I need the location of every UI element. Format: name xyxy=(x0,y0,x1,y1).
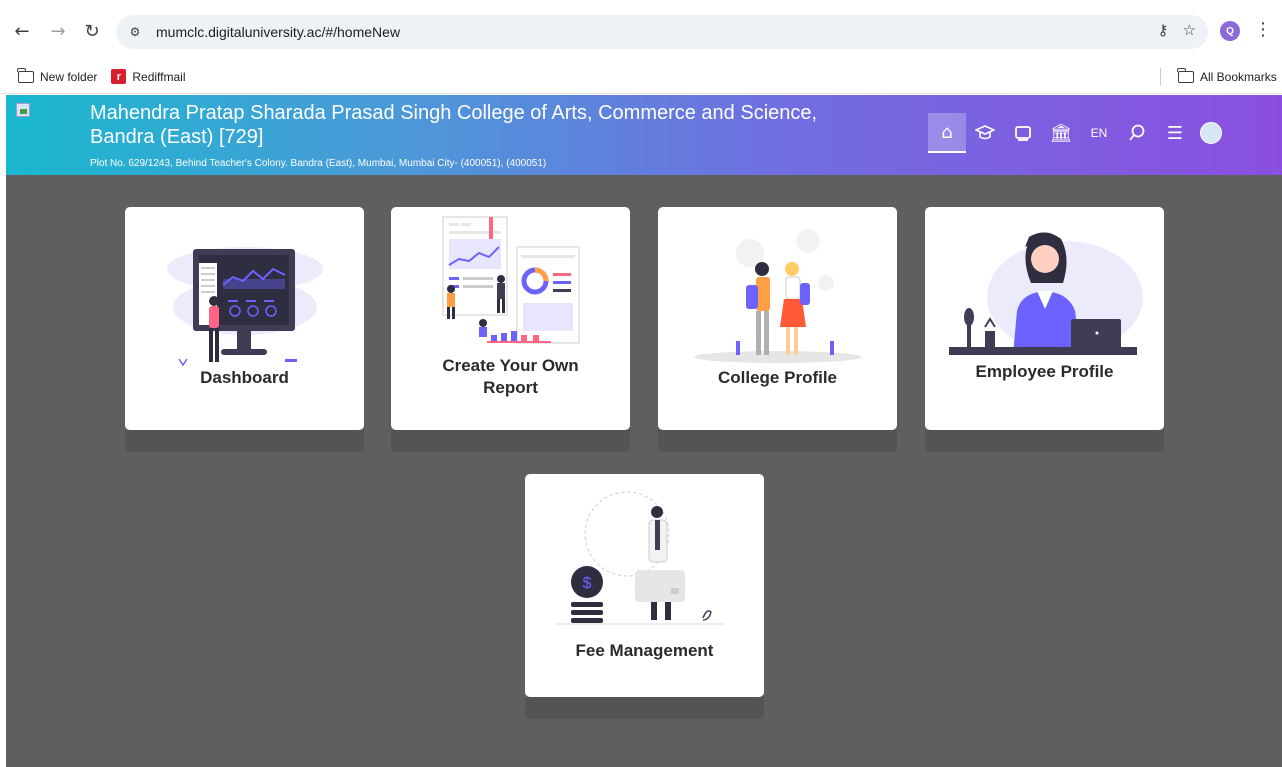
tile-college-wrap: College Profile xyxy=(658,207,897,452)
tile-shadow xyxy=(925,430,1164,452)
tile-fee-management[interactable]: $ Fee Management xyxy=(525,474,764,697)
rediffmail-icon: r xyxy=(111,69,127,84)
dashboard-illustration-icon: Dashboard xyxy=(167,247,323,387)
tile-employee-wrap: Employee Profile xyxy=(925,207,1164,452)
all-bookmarks[interactable]: All Bookmarks xyxy=(1177,67,1277,84)
tile-create-report[interactable]: Create Your Own Report xyxy=(391,207,630,430)
tile-employee-label: Employee Profile xyxy=(976,362,1114,381)
password-key-icon[interactable]: ⚷ xyxy=(1158,21,1169,39)
menu-icon[interactable]: ☰ xyxy=(1156,113,1194,153)
tile-dashboard[interactable]: Dashboard xyxy=(125,207,364,430)
college-logo xyxy=(16,103,30,117)
forward-icon[interactable]: → xyxy=(46,19,70,43)
tile-area: Dashboard Create Your Own Report College… xyxy=(6,175,1282,767)
back-icon[interactable]: ← xyxy=(10,19,34,43)
profile-avatar[interactable]: Q xyxy=(1220,21,1240,41)
tile-shadow xyxy=(125,430,364,452)
bookmark-star-icon[interactable]: ☆ xyxy=(1183,21,1196,39)
app-header: Mahendra Pratap Sharada Prasad Singh Col… xyxy=(6,95,1282,175)
college-name: Mahendra Pratap Sharada Prasad Singh Col… xyxy=(90,102,818,148)
tile-report-label: Create Your Own Report xyxy=(442,356,578,397)
home-icon[interactable]: ⌂ xyxy=(928,113,966,153)
search-icon[interactable] xyxy=(1118,113,1156,153)
url-text[interactable]: mumclc.digitaluniversity.ac/#/homeNew xyxy=(156,24,400,40)
folder-icon xyxy=(17,67,34,83)
bookmarks-bar: New folder r Rediffmail All Bookmarks xyxy=(0,60,1282,94)
tile-shadow xyxy=(525,697,764,719)
bookmark-divider xyxy=(1160,68,1161,86)
user-avatar[interactable] xyxy=(1200,122,1222,144)
tile-shadow xyxy=(391,430,630,452)
tile-report-label-line1: Create Your Own xyxy=(442,356,578,375)
language-toggle[interactable]: EN xyxy=(1080,113,1118,153)
browser-menu-icon[interactable]: ⋮ xyxy=(1254,19,1272,40)
tile-report-label-line2: Report xyxy=(483,378,538,397)
bookmark-rediffmail[interactable]: r Rediffmail xyxy=(111,69,186,84)
header-nav: ⌂ 🏛 EN ☰ xyxy=(928,113,1222,153)
tile-fee-wrap: $ Fee Management xyxy=(525,474,764,719)
address-bar[interactable]: ⚙ mumclc.digitaluniversity.ac/#/homeNew … xyxy=(116,15,1208,49)
fee-management-illustration-icon: $ Fee Management xyxy=(555,491,725,660)
layers-icon[interactable] xyxy=(1004,113,1042,153)
tile-employee-profile[interactable]: Employee Profile xyxy=(925,207,1164,430)
tile-college-profile[interactable]: College Profile xyxy=(658,207,897,430)
tile-college-label: College Profile xyxy=(718,368,837,387)
graduation-cap-icon[interactable] xyxy=(966,113,1004,153)
tile-dashboard-wrap: Dashboard xyxy=(125,207,364,452)
folder-icon xyxy=(1177,67,1194,83)
bookmark-label: Rediffmail xyxy=(132,69,186,84)
browser-toolbar: ← → ↻ ⚙ mumclc.digitaluniversity.ac/#/ho… xyxy=(0,0,1282,60)
report-illustration-icon: Create Your Own Report xyxy=(442,216,580,397)
tile-fee-label: Fee Management xyxy=(576,641,714,660)
dollar-sign-icon: $ xyxy=(583,575,592,592)
all-bookmarks-label: All Bookmarks xyxy=(1200,69,1277,84)
tile-shadow xyxy=(658,430,897,452)
tile-report-wrap: Create Your Own Report xyxy=(391,207,630,452)
college-profile-illustration-icon: College Profile xyxy=(694,229,862,387)
site-info-icon[interactable]: ⚙ xyxy=(122,19,148,45)
employee-profile-illustration-icon: Employee Profile xyxy=(949,232,1143,381)
bank-icon[interactable]: 🏛 xyxy=(1042,113,1080,153)
bookmark-label: New folder xyxy=(40,69,98,84)
college-address: Plot No. 629/1243, Behind Teacher's Colo… xyxy=(90,158,547,169)
bookmark-new-folder[interactable]: New folder xyxy=(17,67,98,84)
reload-icon[interactable]: ↻ xyxy=(80,19,104,43)
tile-dashboard-label: Dashboard xyxy=(200,368,289,387)
